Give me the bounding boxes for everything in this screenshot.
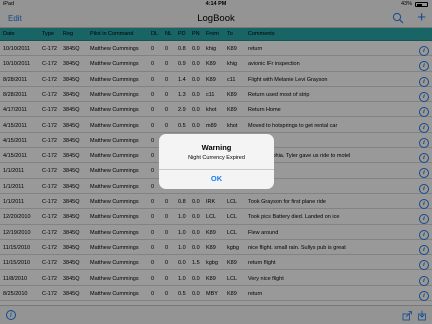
alert-message: Night Currency Expired — [188, 155, 245, 161]
alert-title: Warning — [201, 143, 232, 152]
ok-button[interactable]: OK — [159, 169, 274, 189]
warning-alert: Warning Night Currency Expired OK — [159, 134, 274, 189]
